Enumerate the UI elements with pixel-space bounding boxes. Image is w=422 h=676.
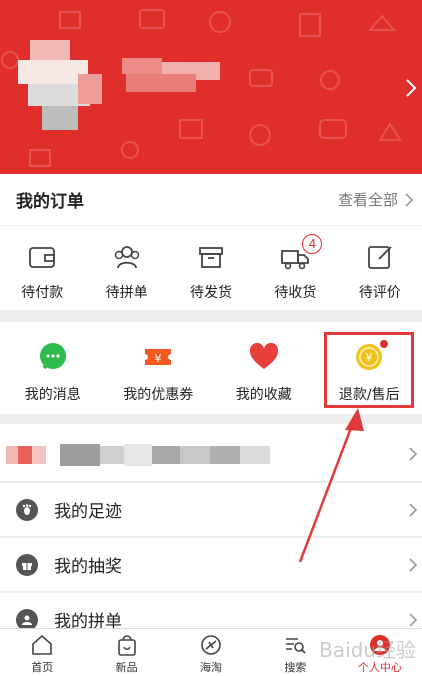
- view-all-orders-link[interactable]: 查看全部: [338, 189, 414, 210]
- highlight-annotation-box: [324, 332, 414, 408]
- orders-title: 我的订单: [16, 192, 84, 212]
- avatar[interactable]: [18, 40, 102, 136]
- gift-icon: [16, 553, 38, 576]
- service-messages[interactable]: 我的消息: [0, 322, 106, 414]
- orders-card: 我的订单 查看全部 待付款 待拼单 待发货 4 待收货 待评价: [0, 174, 422, 310]
- order-count-badge: 4: [302, 234, 323, 254]
- order-pending-payment[interactable]: 待付款: [0, 226, 84, 310]
- chat-icon: [39, 343, 66, 370]
- promo-banner[interactable]: [0, 424, 422, 482]
- username: [122, 58, 222, 94]
- order-label: 待发货: [190, 285, 233, 301]
- tab-home[interactable]: 首页: [0, 629, 84, 676]
- chevron-right-icon[interactable]: [404, 78, 418, 98]
- tab-label: 搜索: [284, 661, 307, 674]
- order-label: 待评价: [358, 285, 401, 301]
- heart-icon: [249, 342, 278, 369]
- row-footprints[interactable]: 我的足迹: [0, 483, 422, 537]
- service-label: 我的优惠券: [123, 387, 194, 403]
- order-label: 待收货: [274, 285, 317, 301]
- tab-new[interactable]: 新品: [84, 629, 168, 676]
- tab-label: 新品: [115, 661, 138, 674]
- order-pending-review[interactable]: 待评价: [338, 226, 422, 310]
- chevron-right-icon: [409, 447, 418, 461]
- review-icon: [367, 246, 392, 269]
- tab-label: 首页: [31, 661, 54, 674]
- order-label: 待付款: [21, 285, 64, 301]
- tab-label: 海淘: [200, 661, 223, 674]
- search-icon: [286, 638, 306, 654]
- home-icon: [32, 634, 53, 655]
- chevron-right-icon: [409, 503, 418, 517]
- plane-icon: [201, 635, 221, 655]
- blurred-content: [6, 444, 270, 466]
- service-favorites[interactable]: 我的收藏: [211, 322, 317, 414]
- service-coupons[interactable]: ¥ 我的优惠券: [106, 322, 212, 414]
- row-lottery[interactable]: 我的抽奖: [0, 538, 422, 592]
- order-pending-shipment[interactable]: 待发货: [169, 226, 253, 310]
- coupon-icon: ¥: [145, 349, 172, 365]
- svg-text:¥: ¥: [155, 352, 162, 365]
- bag-icon: [117, 635, 136, 656]
- row-label: 我的抽奖: [54, 557, 122, 577]
- tab-overseas[interactable]: 海淘: [169, 629, 253, 676]
- service-label: 我的收藏: [235, 387, 292, 403]
- wallet-icon: [29, 247, 56, 268]
- chevron-right-icon: [409, 613, 418, 627]
- order-pending-group[interactable]: 待拼单: [84, 226, 168, 310]
- row-label: 我的足迹: [54, 502, 122, 522]
- chevron-right-icon: [409, 558, 418, 572]
- watermark: Baidu经验: [319, 638, 416, 662]
- chevron-right-icon: [405, 192, 414, 207]
- box-icon: [199, 247, 223, 268]
- footprint-icon: [16, 498, 38, 521]
- service-label: 我的消息: [24, 387, 81, 403]
- profile-header[interactable]: [0, 0, 422, 174]
- order-pending-receipt[interactable]: 4 待收货: [253, 226, 337, 310]
- group-icon: [114, 246, 139, 269]
- view-all-label: 查看全部: [337, 191, 398, 209]
- order-label: 待拼单: [105, 285, 148, 301]
- orders-header: 我的订单 查看全部: [0, 174, 422, 226]
